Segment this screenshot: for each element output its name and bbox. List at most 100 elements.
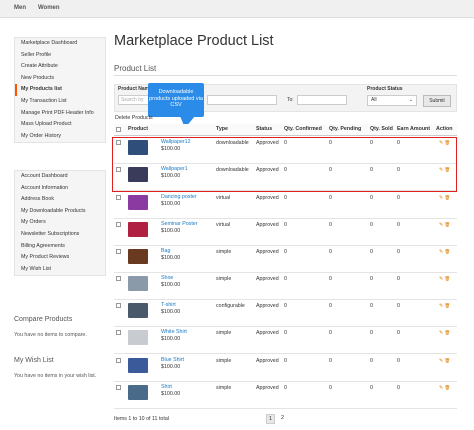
cell-confirmed: 0 bbox=[284, 195, 287, 201]
product-price: $100.00 bbox=[161, 391, 181, 397]
product-name-link[interactable]: Seminar Poster bbox=[161, 221, 198, 227]
product-name-link[interactable]: Bag bbox=[161, 248, 170, 254]
account-sidebar-item[interactable]: My Product Reviews bbox=[15, 252, 105, 264]
status-label: Product Status bbox=[367, 86, 403, 92]
row-actions: ✎ 🗑 bbox=[439, 249, 450, 255]
section-title: Product List bbox=[114, 64, 157, 73]
sidebar-item[interactable]: Seller Profile bbox=[15, 50, 105, 62]
cell-sold: 0 bbox=[370, 276, 373, 282]
cell-sold: 0 bbox=[370, 385, 373, 391]
product-price: $100.00 bbox=[161, 201, 181, 207]
table-row: Shirt $100.00 simple Approved 0 0 0 0 ✎ 🗑 bbox=[114, 382, 457, 409]
product-name-link[interactable]: Shoe bbox=[161, 275, 173, 281]
table-row: Seminar Poster $100.00 virtual Approved 0 0 0 0… bbox=[114, 219, 457, 246]
row-checkbox[interactable] bbox=[116, 303, 121, 308]
row-checkbox[interactable] bbox=[116, 330, 121, 335]
row-checkbox[interactable] bbox=[116, 276, 121, 281]
account-sidebar-item[interactable]: Newsletter Subscriptions bbox=[15, 229, 105, 241]
cell-earn: 0 bbox=[397, 249, 400, 255]
cell-type: virtual bbox=[216, 195, 231, 201]
to-input[interactable] bbox=[297, 95, 347, 105]
delete-icon[interactable]: 🗑 bbox=[443, 222, 450, 227]
row-checkbox[interactable] bbox=[116, 195, 121, 200]
product-thumbnail bbox=[128, 385, 148, 400]
product-name-link[interactable]: T-shirt bbox=[161, 302, 176, 308]
from-input[interactable] bbox=[207, 95, 277, 105]
status-select[interactable]: All ⌄ bbox=[367, 95, 417, 106]
cell-type: simple bbox=[216, 358, 232, 364]
product-thumbnail bbox=[128, 222, 148, 237]
row-actions: ✎ 🗑 bbox=[439, 303, 450, 309]
sidebar-item[interactable]: Create Attribute bbox=[15, 61, 105, 73]
account-sidebar-item[interactable]: My Orders bbox=[15, 217, 105, 229]
cell-confirmed: 0 bbox=[284, 249, 287, 255]
delete-icon[interactable]: 🗑 bbox=[443, 330, 450, 335]
sidebar-item[interactable]: New Products bbox=[15, 73, 105, 85]
submit-button[interactable]: Submit bbox=[423, 95, 451, 107]
product-name-link[interactable]: Blue Shirt bbox=[161, 357, 184, 363]
sidebar-item[interactable]: Mass Upload Product bbox=[15, 119, 105, 131]
account-sidebar-item[interactable]: Account Dashboard bbox=[15, 171, 105, 183]
cell-status: Approved bbox=[256, 276, 279, 282]
cell-pending: 0 bbox=[329, 385, 332, 391]
product-price: $100.00 bbox=[161, 364, 181, 370]
cell-type: simple bbox=[216, 385, 232, 391]
page-1[interactable]: 1 bbox=[266, 414, 275, 424]
cell-status: Approved bbox=[256, 303, 279, 309]
cell-pending: 0 bbox=[329, 330, 332, 336]
col-product: Product bbox=[128, 126, 149, 132]
account-sidebar-item[interactable]: My Wish List bbox=[15, 264, 105, 276]
chevron-down-icon: ⌄ bbox=[408, 97, 413, 103]
nav-men[interactable]: Men bbox=[14, 5, 26, 11]
cell-earn: 0 bbox=[397, 303, 400, 309]
sidebar-item[interactable]: My Order History bbox=[15, 131, 105, 143]
product-name-link[interactable]: White Shirt bbox=[161, 329, 187, 335]
delete-icon[interactable]: 🗑 bbox=[443, 358, 450, 363]
product-name-link[interactable]: Shirt bbox=[161, 384, 172, 390]
cell-earn: 0 bbox=[397, 276, 400, 282]
sidebar-item[interactable]: My Products list bbox=[15, 84, 105, 96]
callout-annotation: Downloadable products uploaded via CSV bbox=[148, 83, 204, 117]
cell-confirmed: 0 bbox=[284, 358, 287, 364]
cell-status: Approved bbox=[256, 385, 279, 391]
col-type: Type bbox=[216, 126, 228, 132]
account-sidebar-item[interactable]: My Downloadable Products bbox=[15, 206, 105, 218]
delete-icon[interactable]: 🗑 bbox=[443, 385, 450, 390]
cell-status: Approved bbox=[256, 358, 279, 364]
cell-earn: 0 bbox=[397, 330, 400, 336]
table-row: Dancing poster $100.00 virtual Approved 0 0 0 0… bbox=[114, 192, 457, 219]
cell-earn: 0 bbox=[397, 222, 400, 228]
cell-confirmed: 0 bbox=[284, 303, 287, 309]
status-value: All bbox=[371, 97, 377, 103]
sidebar-item[interactable]: My Transaction List bbox=[15, 96, 105, 108]
cell-type: simple bbox=[216, 249, 232, 255]
sidebar-item[interactable]: Manage Print PDF Header Info bbox=[15, 108, 105, 120]
col-qty-sold: Qty. Sold bbox=[370, 126, 393, 132]
col-action: Action bbox=[436, 126, 453, 132]
row-checkbox[interactable] bbox=[116, 358, 121, 363]
row-checkbox[interactable] bbox=[116, 222, 121, 227]
cell-earn: 0 bbox=[397, 358, 400, 364]
account-sidebar-item[interactable]: Billing Agreements bbox=[15, 241, 105, 253]
product-thumbnail bbox=[128, 330, 148, 345]
account-sidebar-item[interactable]: Account Information bbox=[15, 183, 105, 195]
cell-confirmed: 0 bbox=[284, 222, 287, 228]
select-all-checkbox[interactable] bbox=[116, 127, 121, 132]
col-status: Status bbox=[256, 126, 273, 132]
top-navigation: Men Women bbox=[0, 0, 474, 18]
delete-icon[interactable]: 🗑 bbox=[443, 195, 450, 200]
product-thumbnail bbox=[128, 358, 148, 373]
sidebar-item[interactable]: Marketplace Dashboard bbox=[15, 38, 105, 50]
product-name-link[interactable]: Dancing poster bbox=[161, 194, 197, 200]
row-checkbox[interactable] bbox=[116, 385, 121, 390]
delete-icon[interactable]: 🗑 bbox=[443, 276, 450, 281]
nav-women[interactable]: Women bbox=[38, 5, 60, 11]
delete-products-label[interactable]: Delete Products bbox=[115, 115, 153, 121]
cell-pending: 0 bbox=[329, 195, 332, 201]
account-sidebar-item[interactable]: Address Book bbox=[15, 194, 105, 206]
delete-icon[interactable]: 🗑 bbox=[443, 303, 450, 308]
row-checkbox[interactable] bbox=[116, 249, 121, 254]
page-2[interactable]: 2 bbox=[278, 414, 287, 424]
delete-icon[interactable]: 🗑 bbox=[443, 249, 450, 254]
cell-pending: 0 bbox=[329, 276, 332, 282]
